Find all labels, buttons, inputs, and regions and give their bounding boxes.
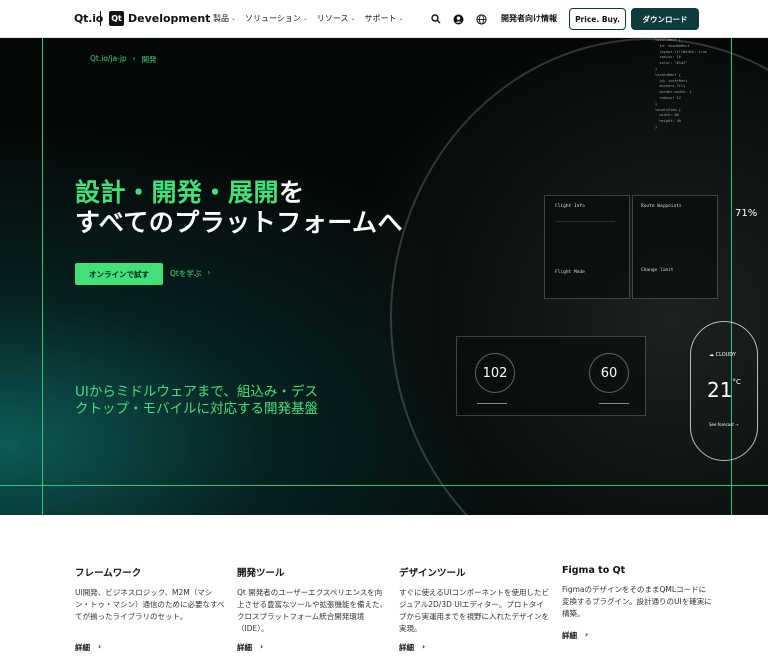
hero-title-line2: すべてのプラットフォームへ <box>75 208 404 237</box>
nav-label: サポート <box>364 14 397 23</box>
feature-title: 開発ツール <box>237 568 285 579</box>
logo-divider <box>100 11 101 26</box>
price-buy-button[interactable]: Price. Buy. <box>569 8 626 30</box>
learn-qt-label: Qtを学ぶ <box>170 269 202 278</box>
nav-item-products[interactable]: 製品 ⌄ <box>213 13 236 24</box>
feature-more-link[interactable]: 詳細 › <box>399 642 425 653</box>
nav-item-solutions[interactable]: ソリューション ⌄ <box>245 13 308 24</box>
chevron-right-icon: › <box>260 642 264 651</box>
forecast-label: See forecast <box>709 422 734 427</box>
chevron-right-icon: › <box>585 630 589 639</box>
chevron-right-icon: › <box>98 642 102 651</box>
temperature-unit: °C <box>732 378 741 386</box>
chevron-right-icon: › <box>132 54 136 63</box>
more-label: 詳細 <box>75 643 90 652</box>
nav-item-support[interactable]: サポート ⌄ <box>365 13 404 24</box>
globe-icon[interactable] <box>474 12 488 26</box>
feature-design-tools: デザインツール すぐに使えるUIコンポーネントを使用したビジュアル2D/3D U… <box>399 565 549 652</box>
feature-title: フレームワーク <box>75 568 142 579</box>
feature-description: Qt 開発者のユーザーエクスペリエンスを向上させる豊富なツールや拡張機能を備えた… <box>237 588 387 633</box>
weather-condition: CLOUDY <box>715 352 736 358</box>
nav-item-resources[interactable]: リソース ⌄ <box>317 13 356 24</box>
hero-subtitle: UIからミドルウェアまで、組込み・デスクトップ・モバイルに対応する開発基盤 <box>75 384 318 417</box>
user-icon[interactable] <box>451 12 465 26</box>
weather-label: ☁ CLOUDY <box>709 352 736 358</box>
qt-io-logo[interactable]: Qt.io <box>74 12 103 25</box>
forecast-link[interactable]: See forecast → <box>709 422 739 427</box>
hero-title-particle: を <box>279 178 305 207</box>
feature-more-link[interactable]: 詳細 › <box>75 642 101 653</box>
features-section: フレームワーク UI開発、ビジネスロジック、M2M（マシン・トゥ・マシン）通信の… <box>0 515 768 663</box>
breadcrumb-home[interactable]: Qt.io/ja-jp <box>90 54 127 65</box>
more-label: 詳細 <box>399 643 414 652</box>
change-limit-label: Change limit <box>641 268 674 273</box>
product-name[interactable]: Development <box>128 12 210 25</box>
grid-line <box>0 485 768 486</box>
breadcrumb: Qt.io/ja-jp › 開発 <box>90 54 157 65</box>
slider-track <box>477 403 507 404</box>
rpm-value: 60 <box>600 365 618 381</box>
nav-label: 製品 <box>213 14 229 23</box>
chevron-down-icon: ⌄ <box>302 15 308 22</box>
try-online-button[interactable]: オンラインで試す <box>75 263 163 285</box>
route-waypoints-label: Route Waypoints <box>641 204 682 209</box>
flight-mode-label: Flight Mode <box>555 270 585 275</box>
route-waypoints-panel: Route Waypoints Change limit <box>632 195 718 299</box>
chevron-right-icon: › <box>207 268 211 277</box>
code-snippet: localsRect { id: shadowRect layout.fillW… <box>655 38 707 129</box>
breadcrumb-current: 開発 <box>141 55 157 64</box>
nav-label: リソース <box>316 14 349 23</box>
chevron-down-icon: ⌄ <box>350 15 356 22</box>
feature-description: FigmaのデザインをそのままQMLコードに変換するプラグイン。設計通りのUIを… <box>562 585 712 618</box>
more-label: 詳細 <box>237 643 252 652</box>
speed-value: 102 <box>482 365 508 381</box>
chevron-right-icon: › <box>422 642 426 651</box>
feature-figma-to-qt: Figma to Qt FigmaのデザインをそのままQMLコードに変換するプラ… <box>562 565 712 640</box>
more-label: 詳細 <box>562 631 577 640</box>
hero-title-highlight: 設計・開発・展開 <box>75 178 280 207</box>
feature-dev-tools: 開発ツール Qt 開発者のユーザーエクスペリエンスを向上させる豊富なツールや拡張… <box>237 565 387 652</box>
download-button[interactable]: ダウンロード <box>631 8 699 30</box>
feature-title: デザインツール <box>399 568 466 579</box>
chevron-down-icon: ⌄ <box>398 15 404 22</box>
flight-info-label: Flight Info <box>555 204 585 209</box>
feature-more-link[interactable]: 詳細 › <box>562 630 588 641</box>
speed-gauge: 102 <box>475 353 515 393</box>
rpm-gauge: 60 <box>589 353 629 393</box>
search-icon[interactable] <box>429 12 443 26</box>
feature-title: Figma to Qt <box>562 565 626 576</box>
feature-description: すぐに使えるUIコンポーネントを使用したビジュアル2D/3D UIエディター。プ… <box>399 588 549 633</box>
weather-widget: ☁ CLOUDY 21°C See forecast → <box>690 321 758 461</box>
site-header: Qt.io Qt Development 製品 ⌄ ソリューション ⌄ リソース ⌄ … <box>0 0 768 38</box>
slider-track <box>599 403 629 404</box>
feature-framework: フレームワーク UI開発、ビジネスロジック、M2M（マシン・トゥ・マシン）通信の… <box>75 565 225 652</box>
hero-title: 設計・開発・展開を すべてのプラットフォームへ <box>75 178 403 238</box>
main-nav: 製品 ⌄ ソリューション ⌄ リソース ⌄ サポート ⌄ <box>213 13 404 24</box>
nav-label: ソリューション <box>245 14 301 23</box>
gauge-panel: 102 60 <box>456 336 646 416</box>
cloud-icon: ☁ <box>709 352 714 358</box>
temperature-readout: 21°C <box>707 378 741 402</box>
developer-info-link[interactable]: 開発者向け情報 <box>501 13 557 24</box>
learn-qt-link[interactable]: Qtを学ぶ › <box>170 268 210 279</box>
hero-section: Qt.io/ja-jp › 開発 設計・開発・展開を すべてのプラットフォームへ… <box>0 38 768 515</box>
flight-info-panel: Flight Info Flight Mode <box>544 195 630 299</box>
arrow-right-icon: → <box>735 422 739 427</box>
grid-line <box>42 38 43 515</box>
chevron-down-icon: ⌄ <box>231 15 237 22</box>
percent-readout: 71% <box>735 208 758 219</box>
qt-logo-icon[interactable]: Qt <box>109 11 124 26</box>
panel-divider <box>555 221 615 222</box>
feature-more-link[interactable]: 詳細 › <box>237 642 263 653</box>
feature-description: UI開発、ビジネスロジック、M2M（マシン・トゥ・マシン）通信のために必要なすべ… <box>75 588 225 621</box>
temperature-value: 21 <box>707 378 733 402</box>
